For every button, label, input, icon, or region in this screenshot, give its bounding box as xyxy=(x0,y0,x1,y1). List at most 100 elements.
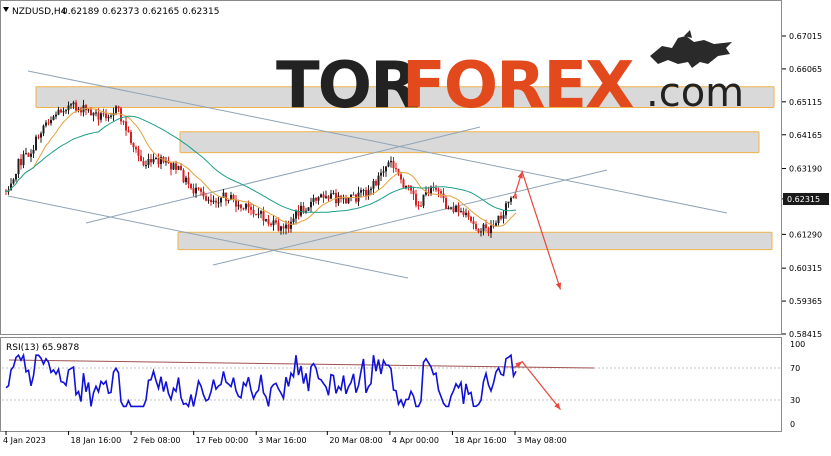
candle-body xyxy=(210,199,212,203)
price-tick-label: 0.67015 xyxy=(789,32,822,41)
candle-body xyxy=(132,143,135,148)
candle-body xyxy=(395,168,397,170)
candle-body xyxy=(32,149,35,154)
symbol-timeframe: NZDUSD,H4 xyxy=(12,7,67,17)
rsi-tick-label: 0 xyxy=(790,420,795,429)
candle-body xyxy=(402,179,405,188)
candle-body xyxy=(140,155,142,161)
candle-body xyxy=(100,113,102,120)
candle-body xyxy=(332,192,335,194)
candle-body xyxy=(315,197,317,201)
candle-body xyxy=(502,215,505,219)
candle-body xyxy=(507,201,510,204)
candle-body xyxy=(422,194,425,206)
candle-body xyxy=(40,133,42,138)
time-tick-label: 20 Mar 08:00 xyxy=(329,436,382,445)
rsi-tick-label: 30 xyxy=(790,396,800,405)
candle-body xyxy=(255,214,257,216)
time-tick-label: 17 Feb 00:00 xyxy=(196,436,248,445)
candle-body xyxy=(67,105,70,111)
price-tick-label: 0.65115 xyxy=(789,98,822,107)
rsi-layer xyxy=(2,352,781,409)
candle-body xyxy=(265,219,267,221)
candle-body xyxy=(57,109,60,115)
candle-body xyxy=(175,163,177,170)
candle-body xyxy=(280,226,282,231)
candle-body xyxy=(177,165,180,170)
candle-body xyxy=(435,188,437,190)
time-tick-label: 2 Feb 08:00 xyxy=(133,436,180,445)
candle-body xyxy=(60,109,62,113)
candle-body xyxy=(452,207,455,212)
candle-body xyxy=(137,149,140,156)
price-tick-label: 0.66065 xyxy=(789,65,822,74)
candle-body xyxy=(460,211,462,213)
candle-body xyxy=(252,209,255,215)
candle-body xyxy=(352,194,355,196)
bull-icon xyxy=(650,30,732,68)
candle-body xyxy=(330,193,332,199)
candle-body xyxy=(97,112,100,120)
candle-body xyxy=(385,166,387,172)
candle-body xyxy=(35,136,37,150)
candle-body xyxy=(467,212,470,217)
candle-body xyxy=(190,184,192,189)
candle-body xyxy=(505,203,507,216)
candle-body xyxy=(497,215,500,224)
candle-body xyxy=(277,222,280,231)
candle-body xyxy=(90,109,92,116)
candle-body xyxy=(382,171,385,173)
candle-body xyxy=(250,207,252,210)
candle-body xyxy=(37,136,40,138)
candle-body xyxy=(412,190,415,195)
candle-body xyxy=(465,212,467,216)
candle-body xyxy=(445,198,447,209)
price-tick-label: 0.58415 xyxy=(789,330,822,339)
candle-body xyxy=(292,218,295,222)
candle-body xyxy=(290,221,292,229)
candle-body xyxy=(215,200,217,203)
candle-body xyxy=(20,158,22,166)
price-tick-label: 0.59365 xyxy=(789,297,822,306)
price-tick-label: 0.60315 xyxy=(789,264,822,273)
rsi-panel-frame xyxy=(0,337,782,432)
candle-body xyxy=(267,219,270,224)
candle-body xyxy=(295,211,297,219)
rsi-axis: 100 70 30 0 xyxy=(790,340,805,429)
candle-body xyxy=(347,197,350,204)
candle-body xyxy=(377,175,380,186)
candle-body xyxy=(272,220,275,226)
candle-body xyxy=(122,121,125,123)
candle-body xyxy=(70,104,72,106)
ohlc-values: 0.62189 0.62373 0.62165 0.62315 xyxy=(62,7,219,17)
candle-body xyxy=(462,211,465,216)
candle-body xyxy=(147,159,150,166)
candle-body xyxy=(510,197,512,202)
candle-body xyxy=(310,201,312,208)
candle-body xyxy=(245,203,247,209)
collapse-triangle-icon[interactable] xyxy=(3,7,9,12)
candle-body xyxy=(455,205,457,212)
candle-body xyxy=(360,190,362,193)
candle-body xyxy=(157,157,160,165)
candle-body xyxy=(390,160,392,163)
candle-body xyxy=(30,153,32,157)
candle-body xyxy=(227,200,230,202)
candle-body xyxy=(107,116,110,119)
candle-body xyxy=(287,224,290,229)
candle-body xyxy=(457,205,460,213)
candle-body xyxy=(187,177,190,185)
candle-body xyxy=(182,170,185,183)
candle-body xyxy=(472,221,475,225)
candle-body xyxy=(170,163,172,170)
rsi-tick-label: 70 xyxy=(790,364,800,373)
candle-body xyxy=(480,231,482,233)
time-tick-label: 4 Jan 2023 xyxy=(3,436,46,445)
chart-header: NZDUSD,H4 0.62189 0.62373 0.62165 0.6231… xyxy=(3,7,219,17)
candle-body xyxy=(152,159,155,163)
logo-tor: TOR xyxy=(276,49,418,123)
candle-body xyxy=(440,191,442,194)
forecast-layer xyxy=(513,169,562,410)
candle-body xyxy=(392,160,395,169)
price-tick-label: 0.64165 xyxy=(789,131,822,140)
